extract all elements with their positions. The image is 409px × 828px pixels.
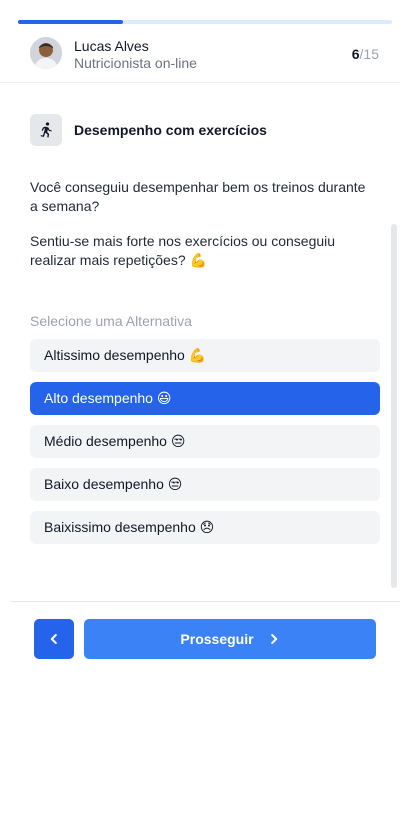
question-text: Você conseguiu desempenhar bem os treino… — [30, 179, 366, 214]
back-button[interactable] — [34, 619, 74, 659]
next-button-label: Prosseguir — [180, 631, 254, 647]
step-current: 6 — [351, 46, 360, 62]
step-total: /15 — [359, 46, 379, 62]
option-baixo[interactable]: Baixo desempenho 😒 — [30, 468, 380, 501]
scrollbar[interactable] — [391, 224, 397, 588]
chevron-right-icon — [268, 633, 280, 645]
step-counter: 6/15 — [352, 46, 379, 62]
option-baixissimo[interactable]: Baixissimo desempenho 😞 — [30, 511, 380, 544]
user-role: Nutricionista on-line — [74, 55, 197, 71]
question-text: Sentiu-se mais forte nos exercícios ou c… — [30, 233, 336, 268]
running-person-icon — [30, 114, 62, 146]
option-medio[interactable]: Médio desempenho 😒 — [30, 425, 380, 458]
user-name: Lucas Alves — [74, 38, 149, 54]
option-alto[interactable]: Alto desempenho 😃 — [30, 382, 380, 415]
avatar — [30, 37, 62, 69]
next-button[interactable]: Prosseguir — [84, 619, 376, 659]
header: Lucas Alves Nutricionista on-line 6/15 — [0, 24, 400, 83]
option-altissimo[interactable]: Altissimo desempenho 💪 — [30, 339, 380, 372]
footer-divider — [10, 601, 400, 602]
section-title: Desempenho com exercícios — [74, 122, 267, 138]
options-label: Selecione uma Alternativa — [30, 313, 192, 329]
chevron-left-icon — [48, 633, 60, 645]
